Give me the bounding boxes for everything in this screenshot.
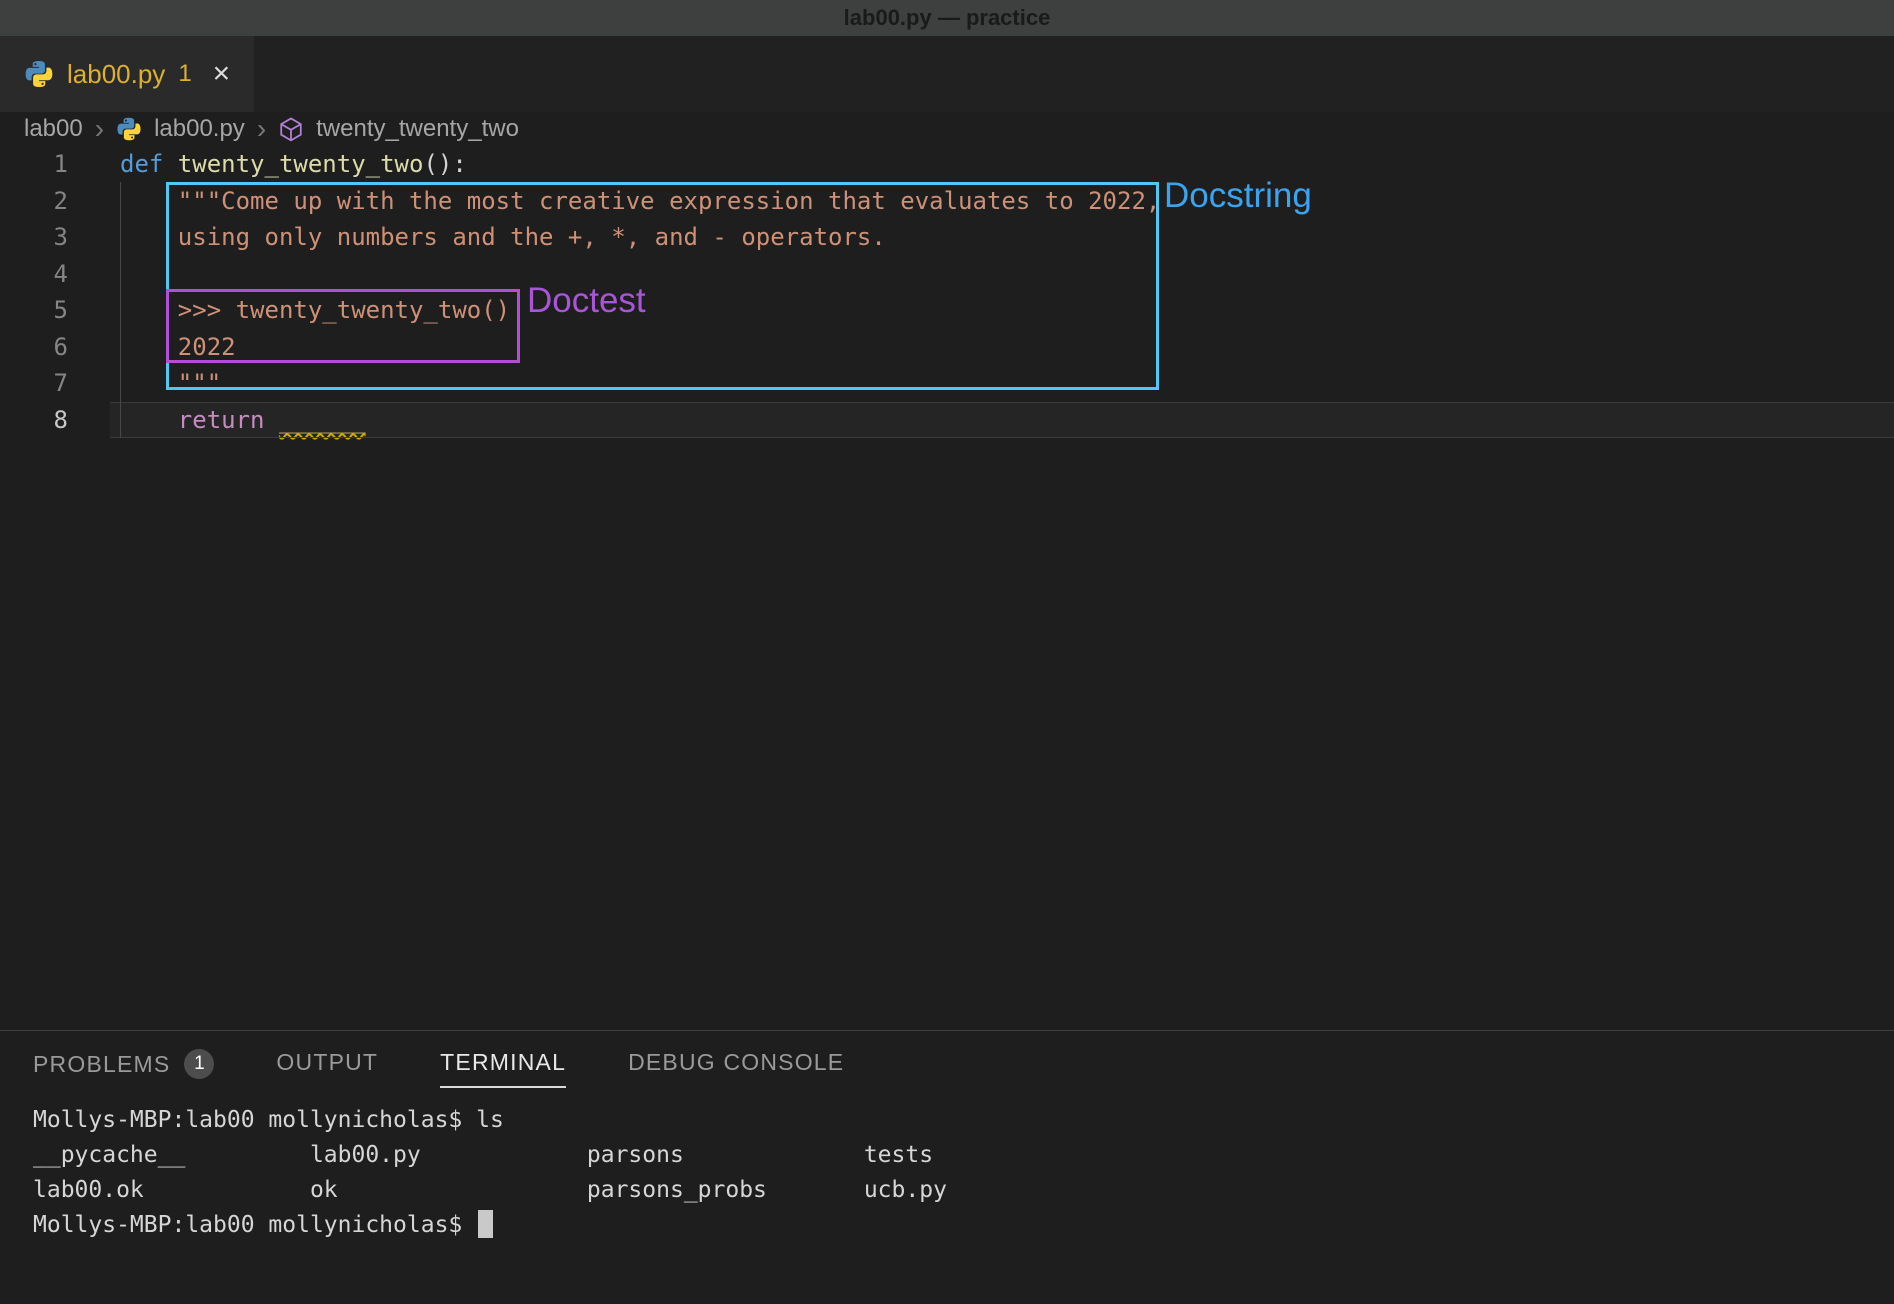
line-code: def twenty_twenty_two(): [120,150,467,178]
breadcrumb: lab00 › lab00.py › twenty_twenty_two [0,112,1894,146]
line-code: using only numbers and the +, *, and - o… [120,223,886,251]
panel-tab-label: OUTPUT [276,1049,378,1076]
panel-tab-debug-console[interactable]: DEBUG CONSOLE [628,1049,844,1086]
breadcrumb-folder[interactable]: lab00 [24,115,83,143]
panel-tab-bar: PROBLEMS 1 OUTPUT TERMINAL DEBUG CONSOLE [0,1031,1894,1095]
line-number: 7 [0,369,98,397]
line-number: 5 [0,296,98,324]
panel-tab-label: PROBLEMS [33,1051,170,1078]
code-line-3[interactable]: 3 using only numbers and the +, *, and -… [0,219,1894,256]
code-token: """Come up with the most creative expres… [178,187,1161,215]
titlebar: lab00.py — practice [0,0,1894,36]
line-number: 3 [0,223,98,251]
code-token: ______ [279,406,366,434]
panel-tab-label: DEBUG CONSOLE [628,1049,844,1076]
line-number: 8 [0,406,98,434]
line-code: """Come up with the most creative expres… [120,187,1160,215]
code-token [120,406,178,434]
tab-lab00-py[interactable]: lab00.py 1 × [0,36,254,112]
code-token: """ [178,369,221,397]
problems-count-badge: 1 [184,1049,214,1079]
code-line-7[interactable]: 7 """ [0,365,1894,402]
line-number: 1 [0,150,98,178]
window-title: lab00.py — practice [844,5,1051,31]
terminal-line: Mollys-MBP:lab00 mollynicholas$ ls [33,1103,1894,1138]
close-icon[interactable]: × [213,59,231,89]
code-token: using only numbers and the +, *, and - o… [178,223,886,251]
code-token: (): [423,150,466,178]
vscode-window: lab00.py — practice lab00.py 1 × lab00 ›… [0,0,1894,1304]
code-line-6[interactable]: 6 2022 [0,329,1894,366]
terminal[interactable]: Mollys-MBP:lab00 mollynicholas$ ls__pyca… [0,1095,1894,1243]
tab-bar: lab00.py 1 × [0,36,1894,112]
line-code: """ [120,369,221,397]
python-file-icon [116,116,142,142]
code-token: return [178,406,279,434]
code-token [120,187,178,215]
line-number: 4 [0,260,98,288]
python-file-icon [24,59,54,89]
code-token: def [120,150,178,178]
code-token: twenty_twenty_two [178,150,424,178]
terminal-line: Mollys-MBP:lab00 mollynicholas$ [33,1208,1894,1243]
terminal-cursor [478,1210,493,1238]
line-code: 2022 [120,333,236,361]
line-code: >>> twenty_twenty_two() [120,296,510,324]
symbol-namespace-icon [278,116,304,142]
code-token [120,369,178,397]
code-editor[interactable]: 1 def twenty_twenty_two(): 2 """Come up wi… [0,146,1894,438]
code-line-8[interactable]: 8 return ______ [0,402,1894,439]
code-token [120,333,178,361]
panel-tab-label: TERMINAL [440,1049,566,1076]
bottom-panel: PROBLEMS 1 OUTPUT TERMINAL DEBUG CONSOLE Mol… [0,1030,1894,1304]
line-number: 6 [0,333,98,361]
breadcrumb-file[interactable]: lab00.py [154,115,245,143]
indent-guide [120,182,121,438]
panel-tab-problems[interactable]: PROBLEMS 1 [33,1049,214,1089]
tab-filename: lab00.py [67,59,165,90]
code-token: >>> twenty_twenty_two() [178,296,510,324]
terminal-line: __pycache__ lab00.py parsons tests [33,1138,1894,1173]
terminal-line: lab00.ok ok parsons_probs ucb.py [33,1173,1894,1208]
panel-tab-terminal[interactable]: TERMINAL [440,1049,566,1088]
line-number: 2 [0,187,98,215]
code-token [120,296,178,324]
breadcrumb-symbol[interactable]: twenty_twenty_two [316,115,519,143]
chevron-right-icon: › [257,115,266,143]
code-line-2[interactable]: 2 """Come up with the most creative expr… [0,183,1894,220]
code-token [120,223,178,251]
panel-tab-output[interactable]: OUTPUT [276,1049,378,1086]
code-line-4[interactable]: 4 [0,256,1894,293]
code-line-5[interactable]: 5 >>> twenty_twenty_two() [0,292,1894,329]
code-token: 2022 [178,333,236,361]
code-line-1[interactable]: 1 def twenty_twenty_two(): [0,146,1894,183]
chevron-right-icon: › [95,115,104,143]
tab-warning-count: 1 [178,60,191,88]
line-code: return ______ [120,406,366,434]
